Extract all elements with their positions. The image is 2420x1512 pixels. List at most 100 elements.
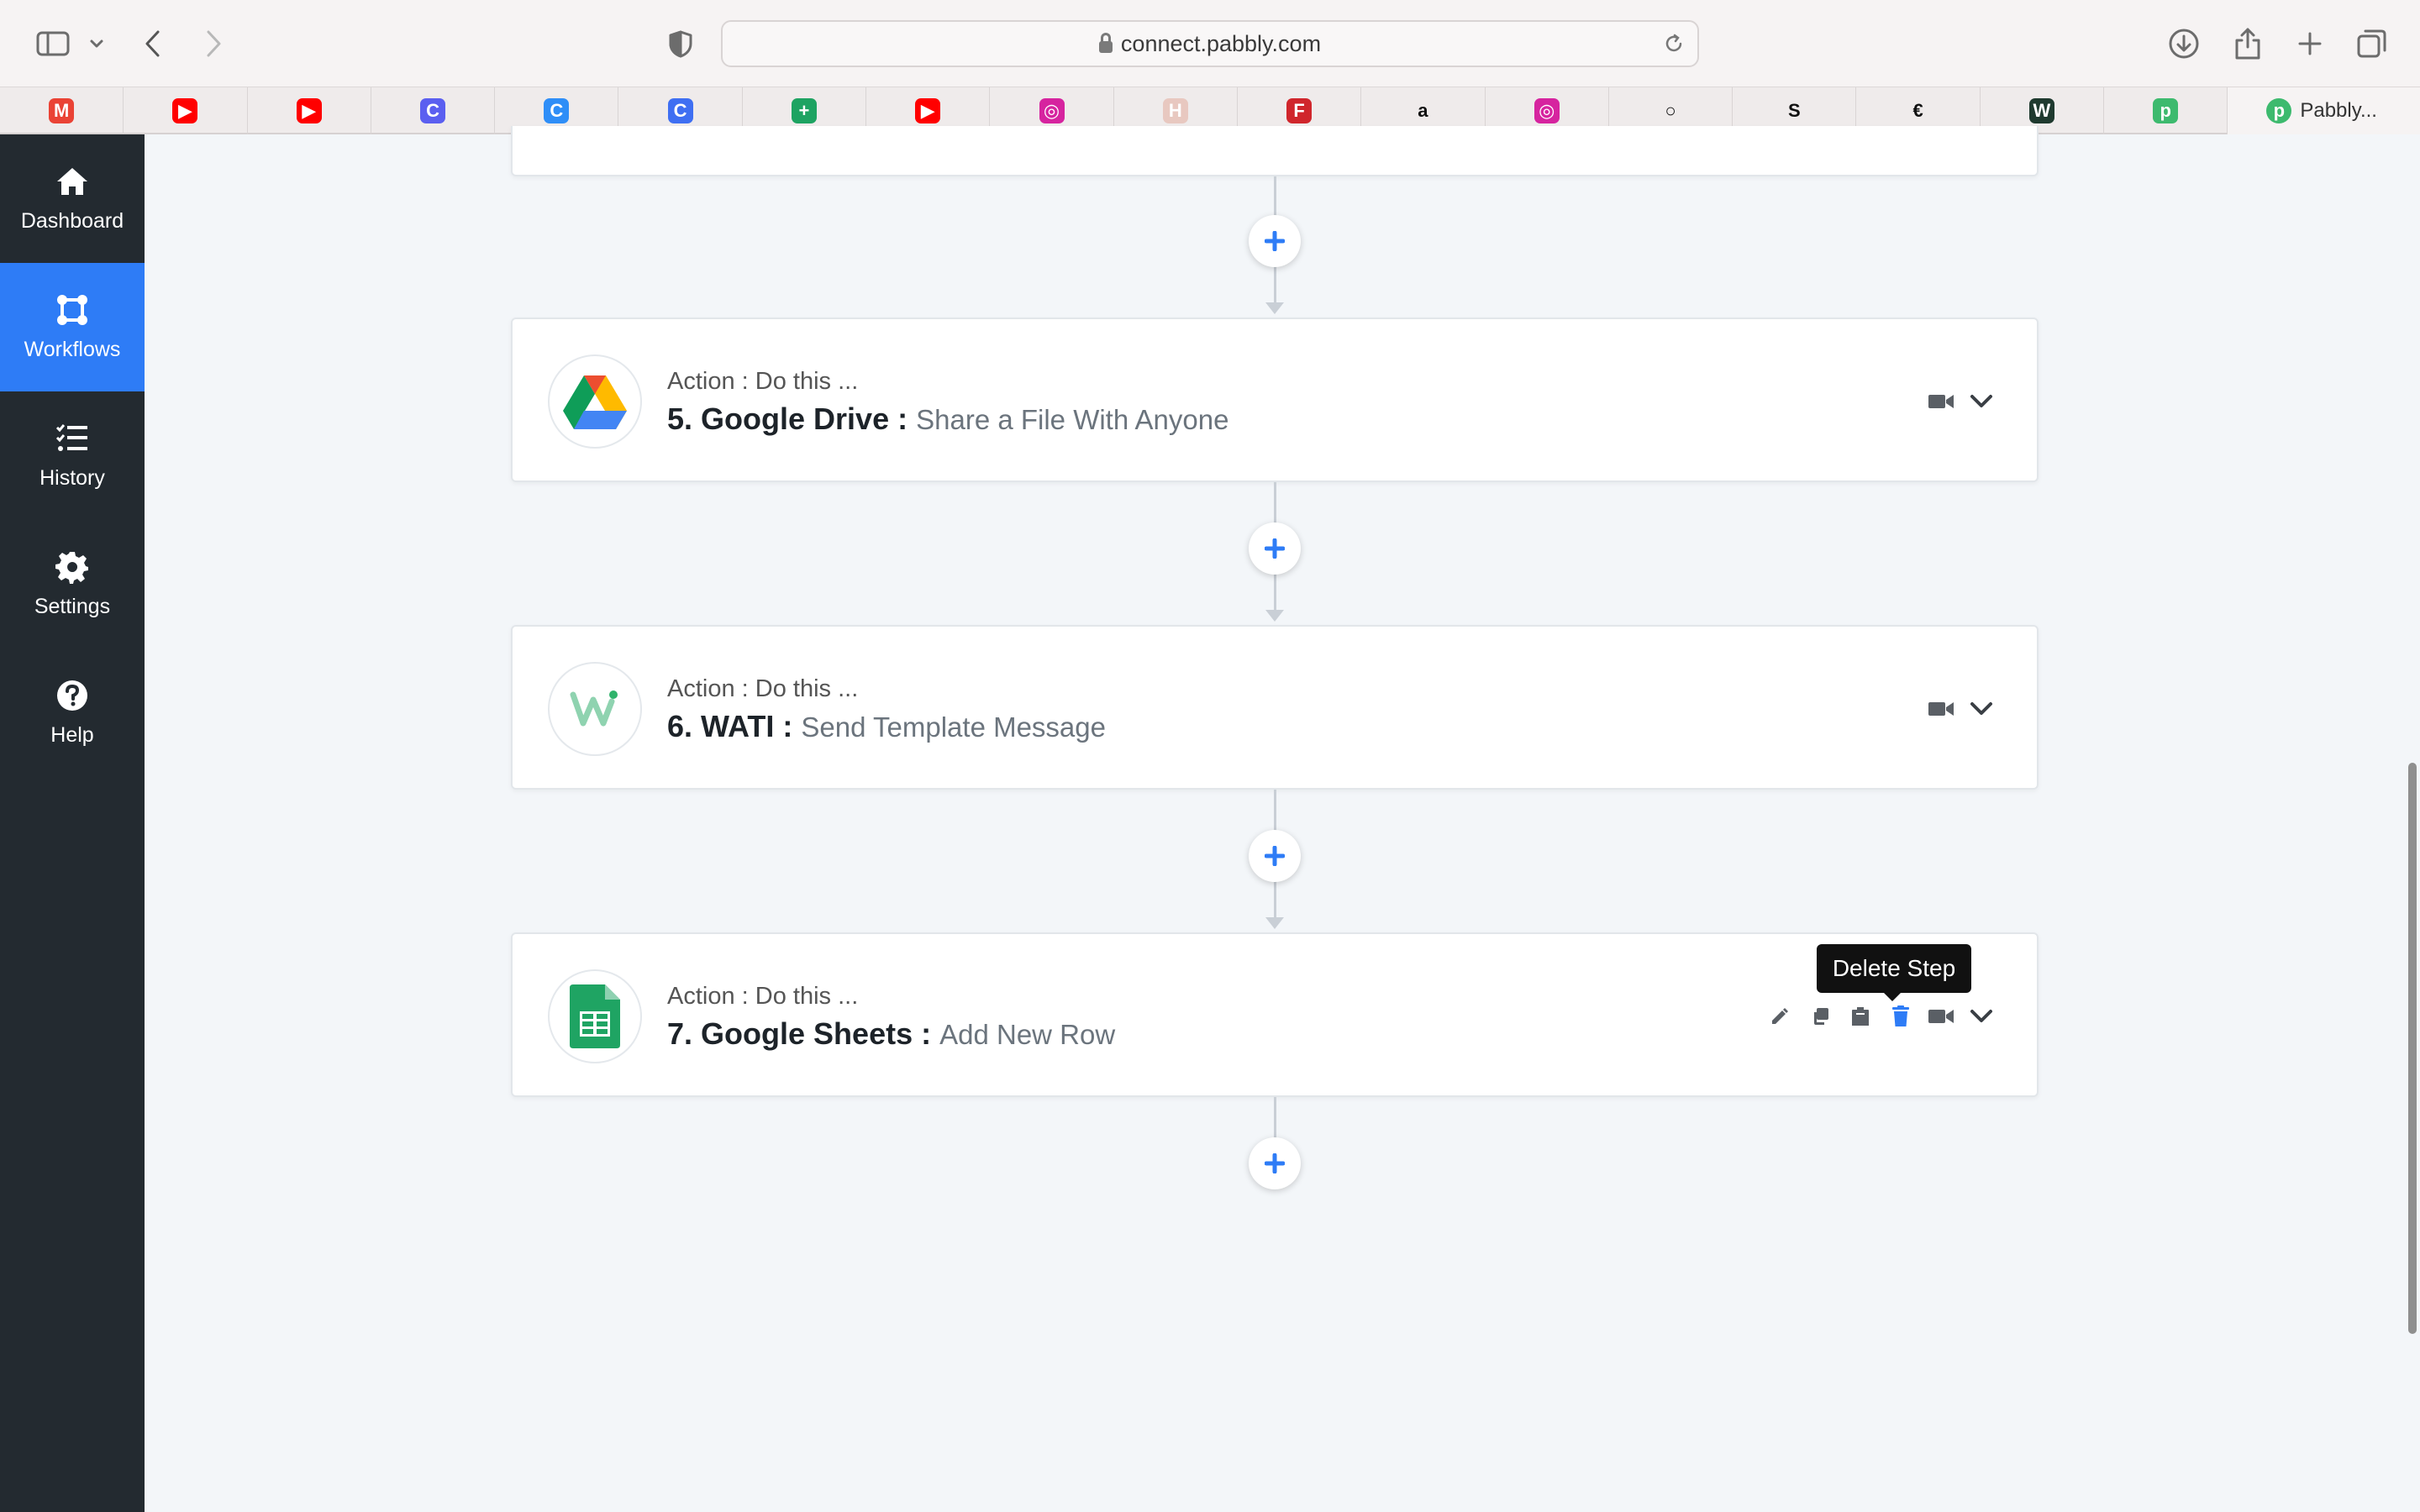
- youtube-icon: ▶: [172, 98, 198, 123]
- chevron-down-icon[interactable]: [84, 18, 109, 69]
- trash-icon[interactable]: [1881, 1001, 1921, 1032]
- canva-icon: C: [667, 98, 693, 123]
- workflow-step-card[interactable]: Action : Do this ... 5. Google Drive : S…: [511, 318, 2039, 482]
- canva-icon: C: [544, 98, 570, 123]
- sidebar-item-workflows[interactable]: Workflows: [0, 263, 145, 391]
- sidebar-toggle-icon[interactable]: [32, 18, 74, 69]
- lock-icon: [1098, 33, 1113, 53]
- w-logo-icon: W: [2028, 98, 2054, 123]
- app-sidebar: Dashboard Workflows History Settings Hel…: [0, 134, 145, 1512]
- step-subtitle: Action : Do this ...: [667, 983, 859, 1010]
- sidebar-item-label: Help: [50, 723, 94, 747]
- add-step-button[interactable]: [1249, 215, 1301, 267]
- step-title: 5. Google Drive : Share a File With Anyo…: [667, 402, 1228, 437]
- video-tutorial-icon[interactable]: [1921, 694, 1961, 724]
- step-event-name: Send Template Message: [801, 711, 1106, 743]
- plus-icon: [1265, 231, 1285, 251]
- s-logo-icon: S: [1787, 100, 1801, 121]
- step-number: 5.: [667, 402, 693, 436]
- bookmark-item[interactable]: M: [0, 87, 124, 134]
- forward-icon[interactable]: [197, 18, 230, 69]
- chevron-down-icon[interactable]: [1961, 1001, 2002, 1032]
- tab-title: Pabbly...: [2300, 99, 2377, 122]
- step-actions: [1921, 386, 2002, 417]
- tab-overview-icon[interactable]: [2351, 18, 2393, 69]
- step-actions: [1921, 694, 2002, 724]
- amazon-icon: a: [1418, 100, 1428, 121]
- copy-icon[interactable]: [1800, 1001, 1840, 1032]
- sidebar-item-label: Settings: [34, 595, 111, 618]
- plus-icon: [1265, 538, 1285, 559]
- sidebar-item-history[interactable]: History: [0, 391, 145, 520]
- bookmark-item[interactable]: ▶: [248, 87, 371, 134]
- youtube-icon: ▶: [296, 98, 322, 123]
- youtube-icon: ▶: [915, 98, 941, 123]
- sidebar-item-help[interactable]: Help: [0, 648, 145, 777]
- help-icon: [57, 680, 87, 711]
- plus-icon: [1265, 846, 1285, 866]
- reload-icon[interactable]: [1662, 32, 1686, 60]
- downloads-icon[interactable]: [2163, 18, 2205, 69]
- step-event-name: Add New Row: [939, 1019, 1116, 1050]
- gmail-icon: M: [49, 98, 75, 123]
- bookmark-item[interactable]: p: [2104, 87, 2228, 134]
- chevron-down-icon[interactable]: [1961, 694, 2002, 724]
- new-tab-icon[interactable]: [2289, 18, 2331, 69]
- step-title: 6. WATI : Send Template Message: [667, 709, 1106, 744]
- history-list-icon: [55, 424, 87, 451]
- workflow-step-card-partial[interactable]: [511, 126, 2039, 176]
- sidebar-item-settings[interactable]: Settings: [0, 520, 145, 648]
- sidebar-item-label: Workflows: [24, 338, 121, 361]
- step-number: 6.: [667, 709, 693, 743]
- pabbly-icon: p: [2153, 98, 2179, 123]
- home-icon: [57, 168, 87, 195]
- add-step-button[interactable]: [1249, 1137, 1301, 1189]
- address-bar[interactable]: connect.pabbly.com: [721, 20, 1699, 67]
- sidebar-item-label: History: [39, 466, 105, 490]
- ring-icon: ○: [1665, 100, 1676, 121]
- step-app-name: WATI :: [701, 709, 793, 743]
- sidebar-item-label: Dashboard: [20, 209, 124, 233]
- back-icon[interactable]: [136, 18, 170, 69]
- workflow-step-card[interactable]: Action : Do this ... 7. Google Sheets : …: [511, 932, 2039, 1097]
- connector-arrow-icon: [1265, 302, 1284, 314]
- workflows-icon: [57, 295, 87, 325]
- clipboard-icon[interactable]: [1840, 1001, 1881, 1032]
- tab-pabbly[interactable]: p Pabbly...: [2228, 87, 2420, 134]
- chevron-down-icon[interactable]: [1961, 386, 2002, 417]
- sheets-plus-icon: +: [791, 98, 817, 123]
- step-title: 7. Google Sheets : Add New Row: [667, 1016, 1115, 1052]
- delete-step-tooltip: Delete Step: [1817, 944, 1971, 1001]
- instagram-icon: ◎: [1039, 98, 1065, 123]
- gear-icon: [55, 552, 88, 584]
- add-step-button[interactable]: [1249, 522, 1301, 575]
- step-event-name: Share a File With Anyone: [916, 404, 1229, 435]
- fii-icon: F: [1286, 98, 1313, 123]
- add-step-button[interactable]: [1249, 830, 1301, 882]
- page-scrollbar[interactable]: [2408, 763, 2417, 1334]
- step-app-name: Google Sheets :: [701, 1016, 932, 1051]
- pabbly-icon: p: [2266, 98, 2292, 123]
- step-actions: [1760, 1001, 2002, 1032]
- sidebar-item-dashboard[interactable]: Dashboard: [0, 134, 145, 263]
- google-drive-icon: [548, 354, 642, 449]
- bookmark-item[interactable]: C: [371, 87, 496, 134]
- euro-logo-icon: €: [1912, 100, 1923, 121]
- video-tutorial-icon[interactable]: [1921, 386, 1961, 417]
- url-text: connect.pabbly.com: [1120, 30, 1322, 56]
- privacy-shield-icon[interactable]: [664, 18, 697, 69]
- handwritten-logo-icon: H: [1162, 98, 1188, 123]
- video-tutorial-icon[interactable]: [1921, 1001, 1961, 1032]
- edit-pencil-icon[interactable]: [1760, 1001, 1800, 1032]
- wati-icon: [548, 662, 642, 756]
- connector-arrow-icon: [1265, 610, 1284, 622]
- bookmark-item[interactable]: ▶: [124, 87, 248, 134]
- canva-icon: C: [420, 98, 446, 123]
- step-app-name: Google Drive :: [701, 402, 908, 436]
- instagram-icon: ◎: [1534, 98, 1560, 123]
- google-sheets-icon: [548, 969, 642, 1063]
- step-subtitle: Action : Do this ...: [667, 368, 859, 395]
- connector-arrow-icon: [1265, 917, 1284, 929]
- workflow-step-card[interactable]: Action : Do this ... 6. WATI : Send Temp…: [511, 625, 2039, 790]
- share-icon[interactable]: [2227, 18, 2269, 69]
